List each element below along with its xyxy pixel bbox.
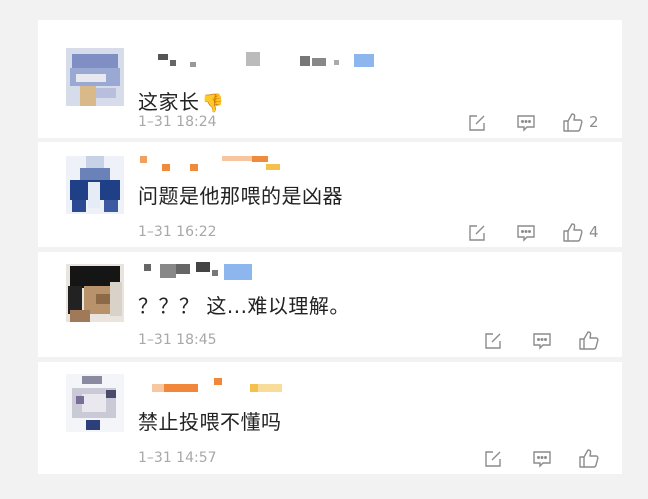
like-button[interactable]: 4 [562,222,599,242]
like-button[interactable] [578,448,600,468]
timestamp: 1–31 18:24 [138,114,217,130]
thumb-up-icon [563,113,583,132]
comment-icon [517,115,535,132]
share-button[interactable] [468,114,486,132]
username-blurred[interactable] [138,50,438,68]
comment-card: 这家长 👎 1–31 18:24 2 [38,20,622,138]
timestamp: 1–31 18:45 [138,332,217,348]
comment-icon [517,225,535,242]
share-icon [469,225,485,241]
reply-button[interactable] [516,114,536,132]
thumb-up-icon [579,449,599,468]
like-button[interactable]: 2 [562,112,599,132]
like-count: 2 [589,113,599,131]
avatar[interactable] [66,264,124,322]
share-button[interactable] [484,450,502,468]
comment-icon [533,333,551,350]
share-button[interactable] [484,332,502,350]
reply-button[interactable] [516,224,536,242]
avatar[interactable] [66,156,124,214]
like-count: 4 [589,223,599,241]
like-button[interactable] [578,330,600,350]
timestamp: 1–31 16:22 [138,224,217,240]
comment-text: 问题是他那喂的是凶器 [138,184,343,208]
thumb-up-icon [579,331,599,350]
comment-text: 禁止投喂不懂吗 [138,410,282,434]
thumbs-down-emoji: 👎 [201,93,225,114]
thumb-up-icon [563,223,583,242]
share-icon [469,115,485,131]
avatar[interactable] [66,374,124,432]
share-icon [485,333,501,349]
timestamp: 1–31 14:57 [138,450,217,466]
username-blurred[interactable] [138,262,438,280]
reply-button[interactable] [532,332,552,350]
share-icon [485,451,501,467]
username-blurred[interactable] [138,154,438,172]
comment-card: 问题是他那喂的是凶器 1–31 16:22 4 [38,142,622,247]
username-blurred[interactable] [138,376,438,394]
comment-icon [533,451,551,468]
share-button[interactable] [468,224,486,242]
avatar[interactable] [66,48,124,106]
reply-button[interactable] [532,450,552,468]
comment-text: ？？？ 这...难以理解。 [138,294,350,318]
comment-card: 禁止投喂不懂吗 1–31 14:57 [38,362,622,474]
comment-text: 这家长 👎 [138,90,225,114]
comment-card: ？？？ 这...难以理解。 1–31 18:45 [38,252,622,357]
